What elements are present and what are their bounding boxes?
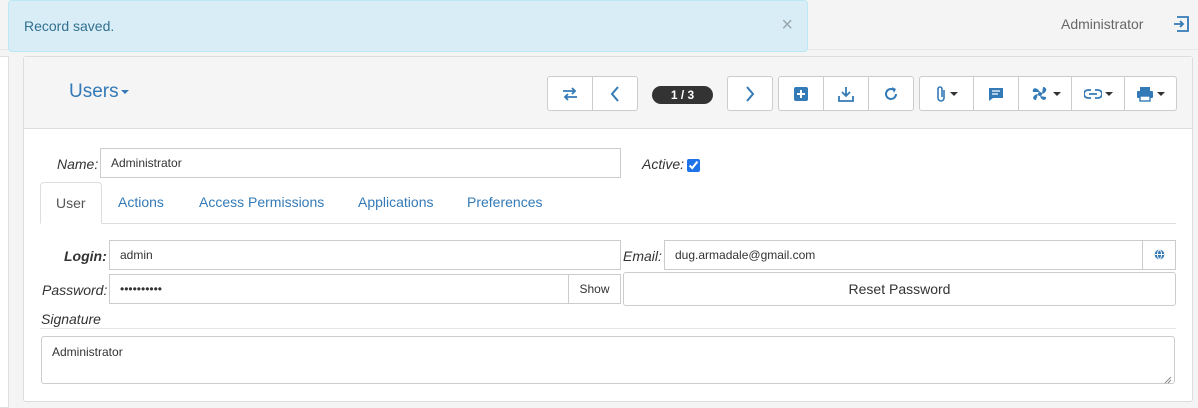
top-bar: Record saved. × Administrator (0, 0, 1198, 52)
active-checkbox[interactable] (687, 159, 700, 172)
new-record-icon (793, 86, 809, 102)
logout-icon[interactable] (1172, 14, 1192, 34)
form-panel: Users 1 / 3 Name: Administrator Active: … (23, 56, 1193, 402)
password-field[interactable]: •••••••••• (109, 274, 569, 304)
chevron-down-icon (950, 91, 958, 96)
login-label: Login: (64, 248, 107, 264)
login-field[interactable]: admin (109, 240, 621, 270)
signature-textarea[interactable]: Administrator (41, 336, 1175, 384)
signature-label: Signature (41, 311, 101, 327)
panel-header: Users 1 / 3 (24, 57, 1192, 129)
view-title[interactable]: Users (69, 81, 129, 103)
show-password-button[interactable]: Show (568, 274, 621, 304)
email-field[interactable]: dug.armadale@gmail.com (664, 240, 1143, 270)
attachment-icon (935, 85, 947, 103)
chevron-down-icon (1104, 91, 1113, 96)
view-title-text: Users (69, 81, 119, 102)
current-user[interactable]: Administrator (1061, 16, 1143, 32)
active-label: Active: (642, 156, 685, 172)
actions-menu-button[interactable] (1018, 76, 1072, 111)
tab-actions[interactable]: Actions (103, 182, 179, 224)
alert-message: Record saved. (24, 18, 115, 34)
previous-record-button[interactable] (592, 76, 638, 111)
signature-divider (40, 328, 1176, 329)
switch-view-button[interactable] (547, 76, 593, 111)
comment-icon (988, 86, 1004, 102)
close-icon[interactable]: × (781, 15, 793, 35)
switch-view-icon (561, 86, 579, 101)
left-sidebar-edge (0, 56, 9, 408)
name-label: Name: (57, 156, 99, 172)
chevron-down-icon (1157, 91, 1165, 96)
tab-access-permissions[interactable]: Access Permissions (184, 182, 339, 224)
reset-password-button[interactable]: Reset Password (623, 272, 1176, 306)
actions-fan-icon (1030, 85, 1050, 103)
save-icon (838, 86, 854, 102)
new-record-button[interactable] (778, 76, 824, 111)
comment-button[interactable] (973, 76, 1019, 111)
name-field[interactable]: Administrator (100, 148, 621, 178)
globe-icon (1154, 242, 1165, 270)
refresh-button[interactable] (868, 76, 914, 111)
signature-text: Administrator (52, 345, 123, 359)
tab-applications[interactable]: Applications (343, 182, 449, 224)
chevron-down-icon (120, 89, 129, 94)
link-menu-button[interactable] (1071, 76, 1125, 111)
open-email-button[interactable] (1142, 240, 1176, 270)
attachment-menu-button[interactable] (919, 76, 974, 111)
chevron-down-icon (1052, 91, 1061, 96)
link-icon (1083, 88, 1102, 100)
password-label: Password: (42, 282, 108, 298)
resize-handle-icon[interactable] (1164, 373, 1172, 384)
print-menu-button[interactable] (1124, 76, 1177, 111)
print-icon (1136, 86, 1154, 102)
refresh-icon (883, 86, 899, 102)
next-icon (744, 85, 756, 102)
save-button[interactable] (823, 76, 869, 111)
record-pager: 1 / 3 (652, 86, 713, 104)
form-tabs: User Actions Access Permissions Applicat… (40, 182, 1176, 224)
saved-alert: Record saved. × (8, 0, 808, 52)
tab-preferences[interactable]: Preferences (452, 182, 557, 224)
email-label: Email: (623, 248, 662, 264)
next-record-button[interactable] (727, 76, 773, 111)
previous-icon (609, 85, 621, 102)
tab-user[interactable]: User (40, 182, 102, 224)
